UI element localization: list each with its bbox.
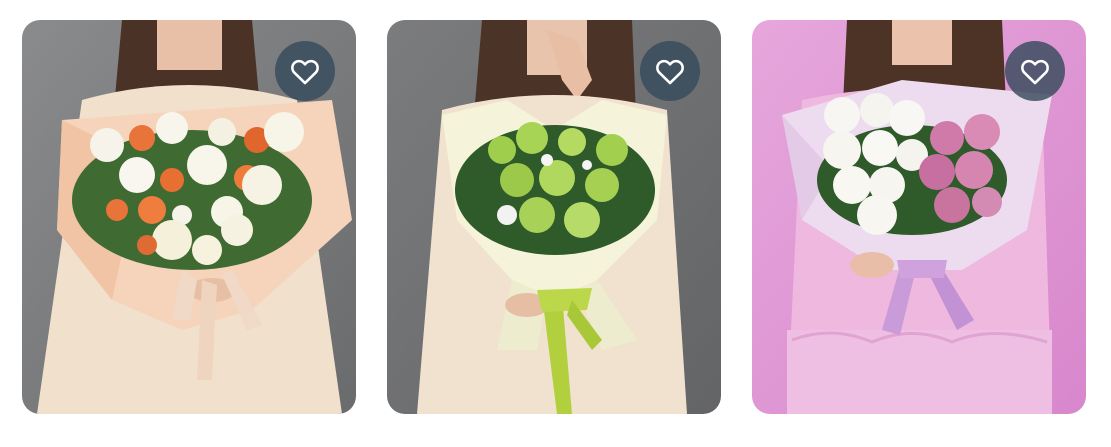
heart-outline-icon bbox=[291, 59, 319, 85]
product-card[interactable] bbox=[22, 20, 356, 414]
favorite-button[interactable] bbox=[275, 41, 335, 101]
heart-outline-icon bbox=[1021, 59, 1049, 85]
product-grid bbox=[0, 0, 1111, 447]
product-card[interactable] bbox=[387, 20, 721, 414]
heart-outline-icon bbox=[656, 59, 684, 85]
favorite-button[interactable] bbox=[1005, 41, 1065, 101]
favorite-button[interactable] bbox=[640, 41, 700, 101]
product-card[interactable] bbox=[752, 20, 1086, 414]
